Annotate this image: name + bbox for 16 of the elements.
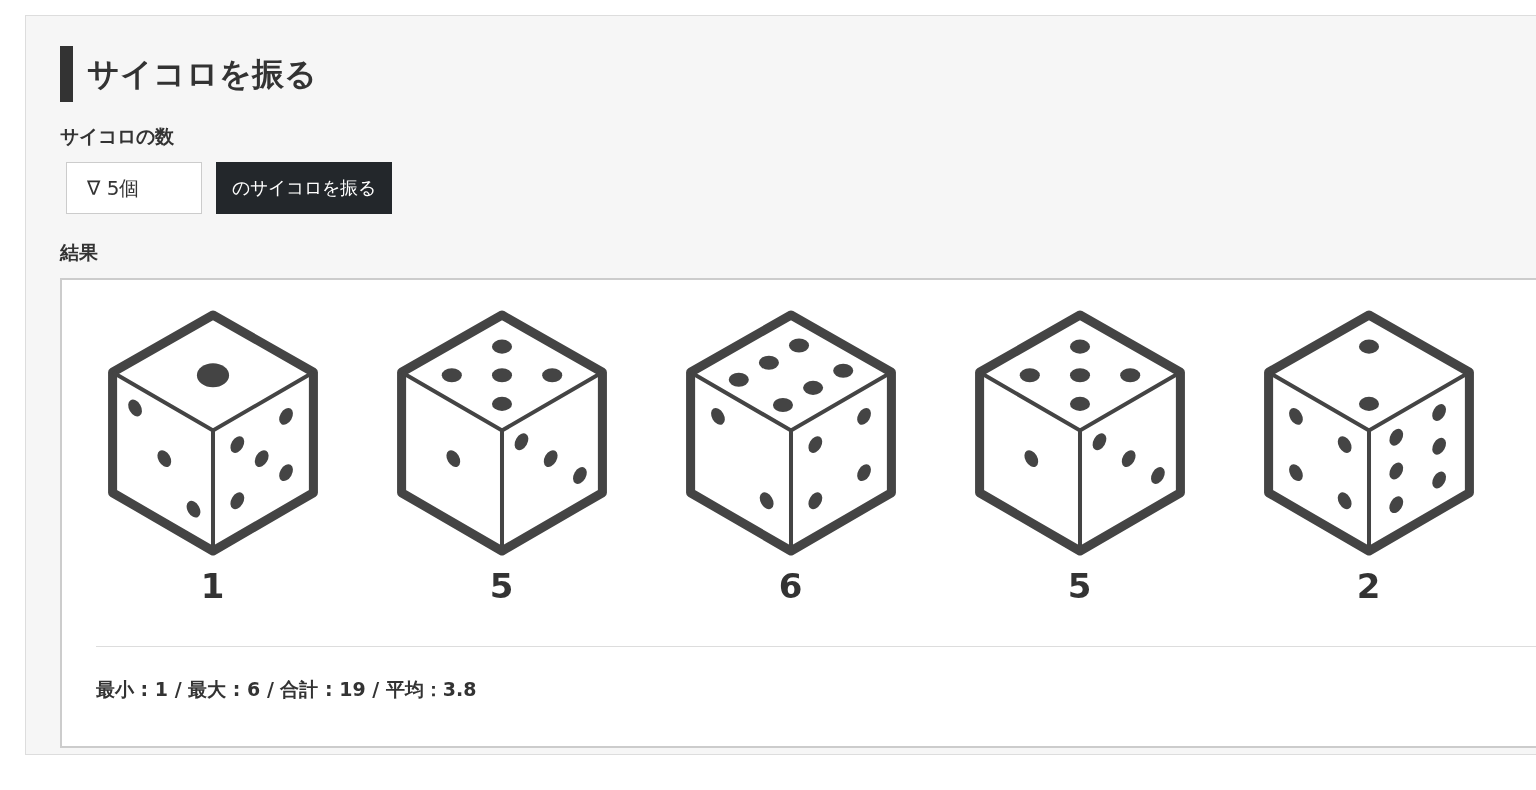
result-label: 結果 xyxy=(60,240,99,265)
die-icon xyxy=(106,310,319,556)
page-title: サイコロを振る xyxy=(60,46,1536,102)
die-icon xyxy=(1262,310,1475,556)
count-label: サイコロの数 xyxy=(60,124,175,149)
die-value: 2 xyxy=(1356,566,1381,606)
die-value: 5 xyxy=(1067,566,1092,606)
die-icon xyxy=(395,310,608,556)
die-value: 1 xyxy=(200,566,225,606)
stats-text: 最小 : 1 / 最大 : 6 / 合計 : 19 / 平均：3.8 xyxy=(96,677,478,702)
die-icon xyxy=(684,310,897,556)
die-icon xyxy=(973,310,1186,556)
dice-count-select[interactable]: ∇ 5個 xyxy=(66,162,202,214)
die-value: 6 xyxy=(778,566,803,606)
roll-button[interactable]: のサイコロを振る xyxy=(216,162,392,214)
die-value: 5 xyxy=(489,566,514,606)
